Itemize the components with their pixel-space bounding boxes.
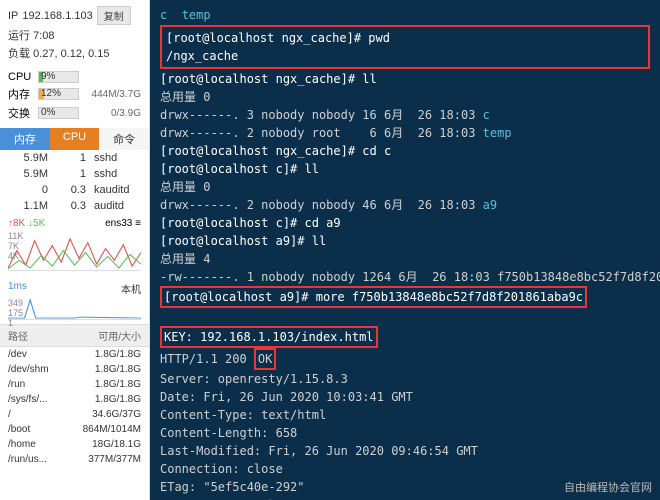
net-sparkline — [8, 231, 141, 270]
uptime-value: 7:08 — [33, 30, 54, 42]
disk-row[interactable]: /sys/fs/...1.8G/1.8G — [0, 392, 149, 407]
swap-gauge[interactable]: 交换 0% 0/3.9G — [8, 105, 141, 121]
proc-row[interactable]: 5.9M1sshd — [0, 166, 149, 182]
process-list: 5.9M1sshd 5.9M1sshd 00.3kauditd 1.1M0.3a… — [0, 150, 149, 214]
proc-row[interactable]: 1.1M0.3auditd — [0, 198, 149, 214]
proc-row[interactable]: 5.9M1sshd — [0, 150, 149, 166]
disk-row[interactable]: /dev/shm1.8G/1.8G — [0, 362, 149, 377]
ip-label: IP — [8, 10, 18, 22]
load-label: 负载 — [8, 48, 30, 60]
terminal[interactable]: c temp [root@localhost ngx_cache]# pwd /… — [150, 0, 660, 500]
tab-cmd[interactable]: 命令 — [99, 128, 149, 150]
disk-row[interactable]: /run1.8G/1.8G — [0, 377, 149, 392]
net-chart: ↑8K ↓5K ens33 ≡ 11K7K4K — [0, 214, 149, 275]
mem-gauge[interactable]: 内存 12% 444M/3.7G — [8, 86, 141, 102]
copy-button[interactable]: 复制 — [97, 6, 131, 25]
tab-mem[interactable]: 内存 — [0, 128, 50, 150]
pwd-highlight: [root@localhost ngx_cache]# pwd /ngx_cac… — [160, 25, 650, 69]
sidebar: IP 192.168.1.103 复制 运行 7:08 负载 0.27, 0.1… — [0, 0, 150, 500]
load-value: 0.27, 0.12, 0.15 — [33, 48, 109, 60]
watermark: 自由编程协会官网 — [564, 480, 652, 497]
disk-list: /dev1.8G/1.8G /dev/shm1.8G/1.8G /run1.8G… — [0, 347, 149, 500]
disk-row[interactable]: /home18G/18.1G — [0, 437, 149, 452]
more-cmd-highlight: [root@localhost a9]# more f750b13848e8bc… — [160, 286, 587, 308]
system-info: IP 192.168.1.103 复制 运行 7:08 负载 0.27, 0.1… — [0, 0, 149, 67]
ping-chart: 1ms本机 3491751 — [0, 275, 149, 324]
disk-row[interactable]: /boot864M/1014M — [0, 422, 149, 437]
proc-tabs: 内存 CPU 命令 — [0, 128, 149, 150]
status-highlight: OK — [254, 348, 276, 370]
disk-row[interactable]: /run/us...377M/377M — [0, 452, 149, 467]
disk-row[interactable]: /34.6G/37G — [0, 407, 149, 422]
key-highlight: KEY: 192.168.1.103/index.html — [160, 326, 378, 348]
ping-sparkline — [8, 298, 141, 319]
tab-cpu[interactable]: CPU — [50, 128, 100, 150]
cpu-gauge[interactable]: CPU 9% — [8, 71, 141, 83]
ip-value: 192.168.1.103 — [22, 10, 92, 22]
disk-row[interactable]: /dev1.8G/1.8G — [0, 347, 149, 362]
proc-row[interactable]: 00.3kauditd — [0, 182, 149, 198]
gauges: CPU 9% 内存 12% 444M/3.7G 交换 0% 0/3.9G — [0, 67, 149, 128]
uptime-label: 运行 — [8, 30, 30, 42]
menu-icon[interactable]: ≡ — [135, 218, 141, 229]
